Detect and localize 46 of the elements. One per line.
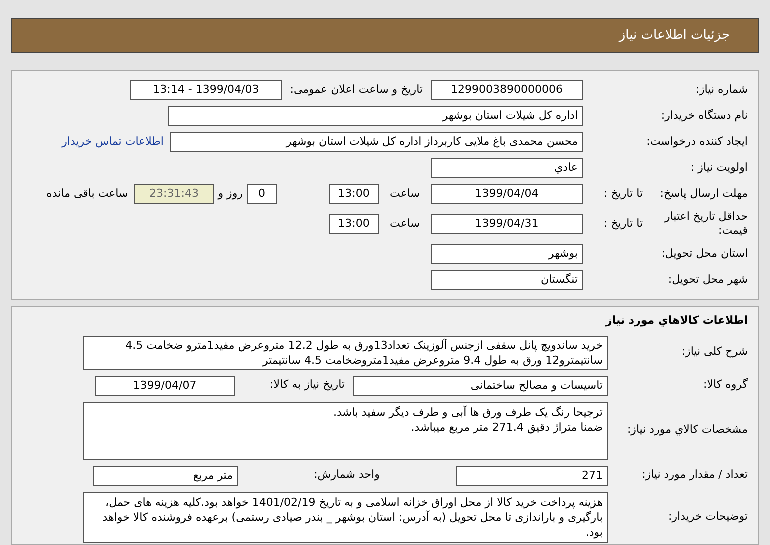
summary-field: خرید ساندویچ پانل سقفی ازجنس آلوزینک تعداد13ورق به طول 12.2 متروعرض مفید1مترو ضخامت 4.5 سانتیمترو12 ورق به طول 9.4 متروعرض مفید1متروضخامت 4.5 سانتیمتر	[83, 336, 608, 370]
days-field: 0	[247, 184, 277, 204]
field-label: مهلت ارسال پاسخ:	[659, 186, 748, 202]
quantity-field: 271	[456, 466, 608, 486]
buyer-field: اداره کل شیلات استان بوشهر	[168, 106, 583, 126]
field-label: روز و	[218, 186, 243, 202]
priority-field: عادي	[431, 158, 583, 178]
field-label: تا تاریخ :	[603, 186, 643, 202]
province-field: بوشهر	[431, 244, 583, 264]
city-field: تنگستان	[431, 270, 583, 290]
remaining-time-field: 23:31:43	[134, 184, 214, 204]
field-label: تاریخ و ساعت اعلان عمومی:	[290, 82, 423, 98]
spec-line: ترجیحا رنگ یک طرف ورق ها آبی و طرف دیگر سفید باشد.	[333, 404, 603, 420]
field-label: مشخصات کالاي مورد نياز:	[626, 422, 748, 438]
contact-link[interactable]: اطلاعات تماس خریدار	[62, 134, 164, 150]
section-title: اطلاعات کالاهاي مورد نياز	[606, 313, 748, 329]
field-label: استان محل تحویل:	[660, 246, 748, 262]
field-label: گروه کالا:	[702, 377, 748, 394]
validity-time-field: 13:00	[329, 214, 379, 234]
field-label: تعداد / مقدار مورد نیاز:	[641, 467, 748, 484]
field-label: اولویت نیاز :	[690, 160, 748, 176]
need-date-field: 1399/04/07	[95, 376, 235, 396]
creator-field: محسن محمدی باغ ملایی کاربرداز اداره کل شیلات استان بوشهر	[170, 132, 583, 152]
spec-line: ضمنا متراژ دقیق 271.4 متر مربع میباشد.	[411, 420, 603, 434]
need-number-field: 1299003890000006	[431, 80, 583, 100]
announce-date-field: 1399/04/03 - 13:14	[130, 80, 282, 100]
field-label: واحد شمارش:	[313, 467, 381, 484]
page-title: جزئیات اطلاعات نیاز	[619, 26, 730, 45]
field-label: شرح کلی نیاز:	[680, 344, 748, 360]
field-label: تا تاریخ :	[603, 216, 643, 232]
field-label: ساعت	[389, 216, 421, 232]
field-label: شهر محل تحویل:	[667, 272, 748, 288]
field-label: حداقل تاریخ اعتبار قیمت:	[664, 210, 748, 238]
field-label: نام دستگاه خریدار:	[660, 108, 748, 124]
unit-field: متر مربع	[93, 466, 238, 486]
validity-date-field: 1399/04/31	[431, 214, 583, 234]
field-label: شماره نیاز:	[694, 82, 748, 98]
deadline-time-field: 13:00	[329, 184, 379, 204]
field-label: توضیحات خریدار:	[668, 508, 748, 525]
field-label: ایجاد کننده درخواست:	[646, 134, 748, 150]
field-label: ساعت	[389, 186, 421, 202]
goods-group-field: تاسیسات و مصالح ساختمانی	[353, 376, 608, 396]
deadline-date-field: 1399/04/04	[431, 184, 583, 204]
field-label: تاریخ نیاز به کالا:	[269, 377, 345, 394]
notes-field: هزینه پرداخت خرید کالا از محل اوراق خزانه اسلامی و به تاریخ 1401/02/19 خواهد بود.کلیه هزینه های حمل، بارگیری و باراندازی تا محل تحویل (به آدرس: استان بوشهر _ بندر صیادی رستمی) برعهده فروشنده کالا خواهد بود.	[83, 492, 608, 542]
field-label: ساعت باقی مانده	[46, 186, 128, 202]
